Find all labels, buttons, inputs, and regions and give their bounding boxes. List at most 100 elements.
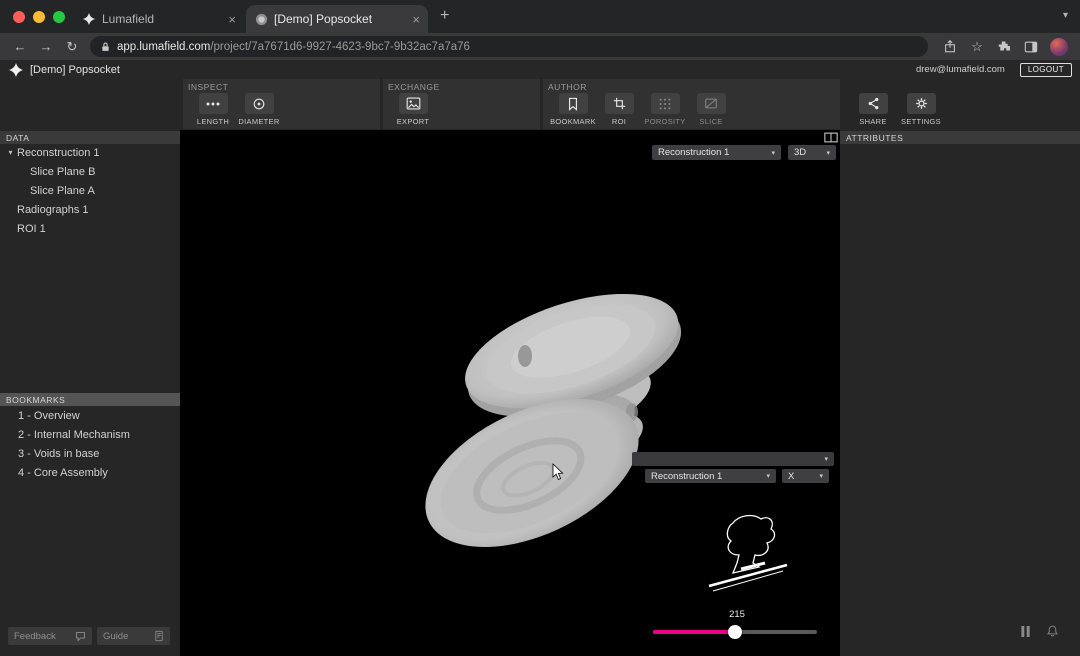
browser-tab-strip: Lumafield × [Demo] Popsocket × + ▾: [0, 0, 1080, 33]
browser-address-bar: ← → ↻ app.lumafield.com/project/7a7671d6…: [0, 33, 1080, 60]
chevron-down-icon: ▾: [766, 473, 770, 480]
share-tool-button[interactable]: SHARE: [853, 93, 893, 126]
slice-axis-select[interactable]: X ▾: [782, 469, 829, 483]
bookmark-item-overview[interactable]: 1 - Overview: [0, 406, 180, 425]
side-panel-icon[interactable]: [1023, 39, 1039, 55]
tree-item-roi-1[interactable]: ROI 1: [0, 219, 180, 238]
attributes-sidebar: ATTRIBUTES: [840, 130, 1080, 656]
attributes-panel-toggle-button[interactable]: [822, 130, 839, 144]
bookmark-star-icon[interactable]: ☆: [969, 39, 985, 55]
slice-index-value: 215: [729, 609, 745, 620]
bookmark-icon: [558, 93, 588, 114]
group-label: AUTHOR: [548, 82, 587, 92]
slice-plane-icon: [696, 93, 726, 114]
length-tool-button[interactable]: LENGTH: [193, 93, 233, 126]
window-close-button[interactable]: [13, 11, 25, 23]
data-tree: ▾ Reconstruction 1 Slice Plane B Slice P…: [0, 143, 180, 238]
lumafield-favicon-icon: [82, 12, 96, 26]
share-nodes-icon: [858, 93, 888, 114]
bookmark-tool-button[interactable]: BOOKMARK: [550, 93, 596, 126]
new-tab-button[interactable]: +: [440, 7, 449, 25]
tab-demo-popsocket[interactable]: [Demo] Popsocket ×: [246, 5, 428, 33]
url-path: /project/7a7671d6-9927-4623-9bc7-9b32ac7…: [210, 40, 470, 53]
diameter-tool-button[interactable]: DIAMETER: [238, 93, 279, 126]
settings-tool-button[interactable]: SETTINGS: [901, 93, 941, 126]
lock-icon[interactable]: [100, 41, 111, 53]
length-dots-icon: [198, 93, 228, 114]
data-sidebar: DATA ▾ Reconstruction 1 Slice Plane B Sl…: [0, 130, 180, 656]
slice-reconstruction-select[interactable]: Reconstruction 1 ▾: [645, 469, 776, 483]
toolbar-group-global: SHARE SETTINGS: [853, 93, 941, 126]
window-zoom-button[interactable]: [53, 11, 65, 23]
profile-avatar[interactable]: [1050, 37, 1068, 56]
group-label: EXCHANGE: [388, 82, 440, 92]
bookmarks-list: 1 - Overview 2 - Internal Mechanism 3 - …: [0, 406, 180, 482]
bookmark-item-core-assembly[interactable]: 4 - Core Assembly: [0, 463, 180, 482]
reconstruction-select[interactable]: Reconstruction 1 ▾: [652, 145, 781, 160]
site-favicon-icon: [254, 12, 268, 26]
tab-lumafield[interactable]: Lumafield ×: [74, 5, 244, 33]
toolbar-group-author: AUTHOR BOOKMARK ROI POROSITY SLICE: [543, 79, 840, 129]
roi-tool-button[interactable]: ROI: [599, 93, 639, 126]
bookmark-item-internal-mechanism[interactable]: 2 - Internal Mechanism: [0, 425, 180, 444]
attributes-panel-header: ATTRIBUTES: [840, 131, 1080, 144]
tab-label: [Demo] Popsocket: [274, 12, 373, 26]
porosity-tool-button[interactable]: POROSITY: [644, 93, 685, 126]
speech-bubble-icon: [75, 631, 86, 642]
tab-close-icon[interactable]: ×: [228, 13, 236, 26]
tree-item-radiographs-1[interactable]: Radiographs 1: [0, 200, 180, 219]
project-title: [Demo] Popsocket: [30, 63, 120, 76]
app-window: Lumafield × [Demo] Popsocket × + ▾ ← → ↻…: [0, 0, 1080, 656]
toolbar-group-inspect: INSPECT LENGTH DIAMETER: [183, 79, 380, 129]
url-domain: app.lumafield.com: [117, 40, 211, 53]
tree-item-slice-plane-a[interactable]: Slice Plane A: [0, 181, 180, 200]
macos-window-controls: [13, 11, 65, 23]
export-tool-button[interactable]: EXPORT: [393, 93, 433, 126]
group-label: INSPECT: [188, 82, 229, 92]
address-bar-actions: ☆ ⋮: [942, 37, 1080, 56]
window-minimize-button[interactable]: [33, 11, 45, 23]
gear-icon: [906, 93, 936, 114]
toolbar-group-exchange: EXCHANGE EXPORT: [383, 79, 540, 129]
crop-icon: [604, 93, 634, 114]
slice-preview-thumbnail[interactable]: [703, 513, 795, 605]
extensions-puzzle-icon[interactable]: [996, 39, 1012, 55]
slice-slider-handle[interactable]: [728, 625, 742, 639]
tree-item-slice-plane-b[interactable]: Slice Plane B: [0, 162, 180, 181]
pause-render-button[interactable]: [1016, 622, 1034, 640]
tab-label: Lumafield: [102, 12, 155, 26]
url-text: app.lumafield.com/project/7a7671d6-9927-…: [117, 41, 470, 53]
slice-panel-collapse-bar[interactable]: ▾: [632, 452, 834, 466]
view-mode-select[interactable]: 3D ▾: [788, 145, 836, 160]
export-image-icon: [398, 93, 428, 114]
chevron-down-icon: ▾: [826, 149, 830, 157]
chevron-down-icon: ▾: [819, 473, 823, 480]
user-email: drew@lumafield.com: [915, 64, 1005, 75]
tree-expand-chevron-icon[interactable]: ▾: [4, 148, 17, 157]
tab-search-chevron-icon[interactable]: ▾: [1063, 10, 1068, 21]
chevron-down-icon: ▾: [771, 149, 775, 157]
bell-icon: [1046, 625, 1058, 637]
diameter-circle-icon: [244, 93, 274, 114]
back-button[interactable]: ←: [8, 39, 32, 54]
3d-viewport[interactable]: Reconstruction 1 ▾ 3D ▾ ▾ Reconstruction…: [180, 130, 840, 656]
lumafield-logo-icon[interactable]: [8, 62, 23, 77]
share-page-icon[interactable]: [942, 39, 958, 55]
reload-button[interactable]: ↻: [60, 39, 84, 55]
guide-document-icon: [154, 630, 164, 642]
notifications-button[interactable]: [1043, 622, 1061, 640]
app-header: [Demo] Popsocket drew@lumafield.com LOGO…: [0, 60, 1080, 79]
feedback-button[interactable]: Feedback: [8, 627, 92, 645]
slice-slider-fill: [653, 630, 735, 634]
mouse-cursor: [552, 463, 564, 481]
guide-button[interactable]: Guide: [97, 627, 170, 645]
url-omnibox[interactable]: app.lumafield.com/project/7a7671d6-9927-…: [90, 36, 928, 57]
slice-tool-button[interactable]: SLICE: [691, 93, 731, 126]
tab-close-icon[interactable]: ×: [412, 13, 420, 26]
pause-icon: [1020, 625, 1030, 637]
bookmark-item-voids-in-base[interactable]: 3 - Voids in base: [0, 444, 180, 463]
logout-button[interactable]: LOGOUT: [1019, 62, 1072, 77]
tree-item-reconstruction-1[interactable]: ▾ Reconstruction 1: [0, 143, 180, 162]
columns-panel-icon: [823, 132, 838, 142]
forward-button[interactable]: →: [34, 39, 58, 54]
